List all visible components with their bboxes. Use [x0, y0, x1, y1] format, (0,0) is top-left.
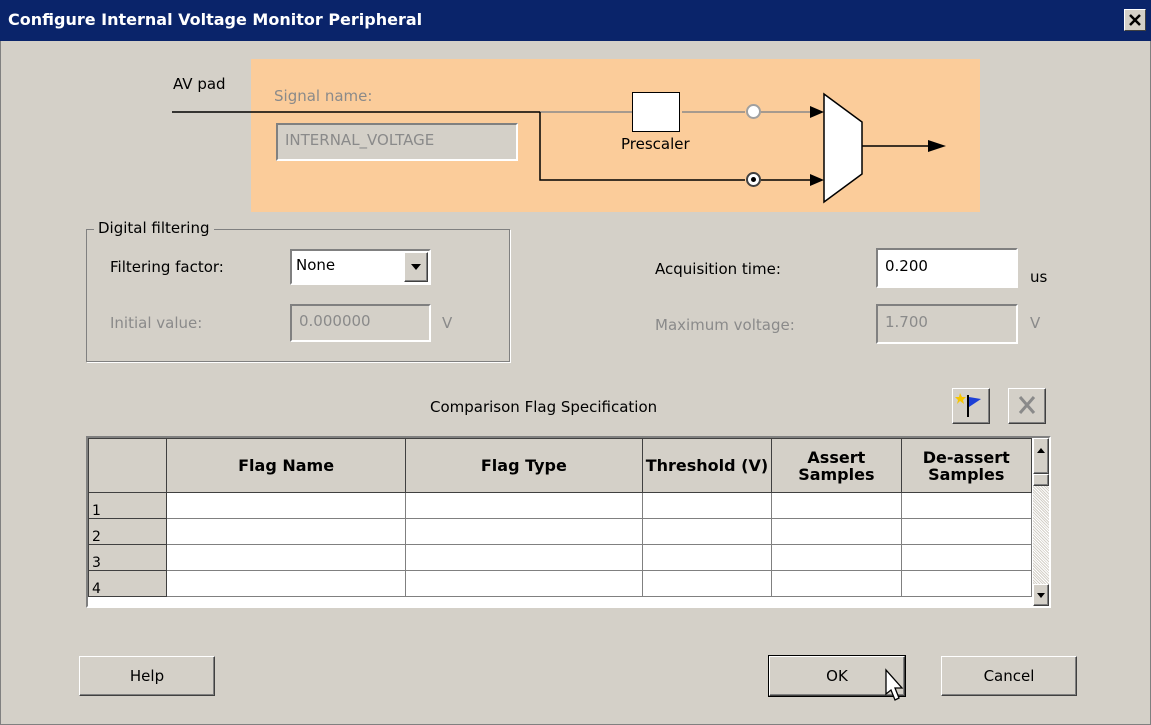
prescaler-path-radio[interactable] — [746, 104, 761, 119]
column-header-deassert-samples[interactable]: De-assert Samples — [900, 438, 1033, 493]
prescaler-box — [632, 92, 680, 132]
flag-type-cell[interactable] — [404, 518, 643, 545]
table-row[interactable]: 2 — [87, 518, 1033, 545]
row-header[interactable]: 4 — [87, 570, 168, 597]
cancel-button[interactable]: Cancel — [941, 656, 1077, 696]
add-flag-icon — [955, 393, 981, 417]
delete-flag-button[interactable] — [1008, 388, 1046, 424]
column-header-flag-type[interactable]: Flag Type — [404, 438, 643, 493]
filtering-factor-value: None — [296, 256, 336, 274]
assert-samples-cell[interactable] — [771, 570, 902, 597]
flag-name-cell[interactable] — [166, 570, 406, 597]
threshold-cell[interactable] — [641, 492, 773, 519]
acquisition-time-input[interactable]: 0.200 — [876, 248, 1018, 288]
delete-flag-icon — [1018, 396, 1036, 414]
mouse-cursor-icon — [885, 668, 904, 701]
flag-name-cell[interactable] — [166, 544, 406, 571]
multiplexer-symbol — [823, 92, 863, 204]
threshold-cell[interactable] — [641, 570, 773, 597]
scroll-down-icon — [1037, 593, 1045, 598]
add-flag-button[interactable] — [952, 388, 990, 424]
assert-samples-cell[interactable] — [771, 492, 902, 519]
flags-table: Flag Name Flag Type Threshold (V) Assert… — [87, 438, 1033, 597]
scroll-up-button[interactable] — [1033, 438, 1049, 474]
assert-samples-cell[interactable] — [771, 518, 902, 545]
table-scrollbar[interactable] — [1033, 438, 1049, 606]
scroll-thumb[interactable] — [1033, 474, 1049, 486]
scroll-up-icon — [1037, 448, 1045, 453]
flag-type-cell[interactable] — [404, 570, 643, 597]
row-header[interactable]: 3 — [87, 544, 168, 571]
assert-samples-cell[interactable] — [771, 544, 902, 571]
maximum-voltage-label: Maximum voltage: — [655, 316, 795, 334]
column-header-flag-name[interactable]: Flag Name — [166, 438, 406, 493]
radio-dot — [751, 177, 756, 182]
maximum-voltage-unit: V — [1030, 314, 1041, 332]
initial-value-label: Initial value: — [110, 314, 203, 332]
deassert-samples-cell[interactable] — [900, 570, 1033, 597]
prescaler-label: Prescaler — [621, 135, 690, 153]
maximum-voltage-field: 1.700 — [876, 304, 1018, 344]
flag-name-cell[interactable] — [166, 518, 406, 545]
table-row[interactable]: 3 — [87, 544, 1033, 571]
table-row[interactable]: 1 — [87, 492, 1033, 519]
deassert-samples-cell[interactable] — [900, 518, 1033, 545]
column-header-assert-samples[interactable]: Assert Samples — [771, 438, 902, 493]
flag-type-cell[interactable] — [404, 492, 643, 519]
threshold-cell[interactable] — [641, 544, 773, 571]
initial-value-field: 0.000000 — [290, 304, 431, 342]
filtering-factor-select[interactable]: None — [290, 249, 431, 285]
acquisition-time-label: Acquisition time: — [655, 260, 781, 278]
acquisition-time-unit: us — [1030, 268, 1048, 286]
table-row[interactable]: 4 — [87, 570, 1033, 597]
help-button[interactable]: Help — [79, 656, 215, 696]
deassert-samples-cell[interactable] — [900, 544, 1033, 571]
table-corner-cell — [87, 438, 168, 493]
row-header[interactable]: 1 — [87, 492, 168, 519]
signal-path-wires — [172, 106, 946, 186]
chevron-down-icon — [411, 264, 421, 270]
filtering-factor-dropdown-button[interactable] — [404, 252, 428, 282]
direct-path-radio[interactable] — [746, 172, 761, 187]
initial-value-unit: V — [442, 314, 453, 332]
deassert-samples-cell[interactable] — [900, 492, 1033, 519]
filtering-factor-label: Filtering factor: — [110, 258, 224, 276]
row-header[interactable]: 2 — [87, 518, 168, 545]
scroll-down-button[interactable] — [1033, 584, 1049, 606]
threshold-cell[interactable] — [641, 518, 773, 545]
digital-filtering-legend: Digital filtering — [94, 219, 214, 237]
flag-name-cell[interactable] — [166, 492, 406, 519]
flag-type-cell[interactable] — [404, 544, 643, 571]
flags-section-title: Comparison Flag Specification — [430, 398, 658, 416]
column-header-threshold[interactable]: Threshold (V) — [641, 438, 773, 493]
